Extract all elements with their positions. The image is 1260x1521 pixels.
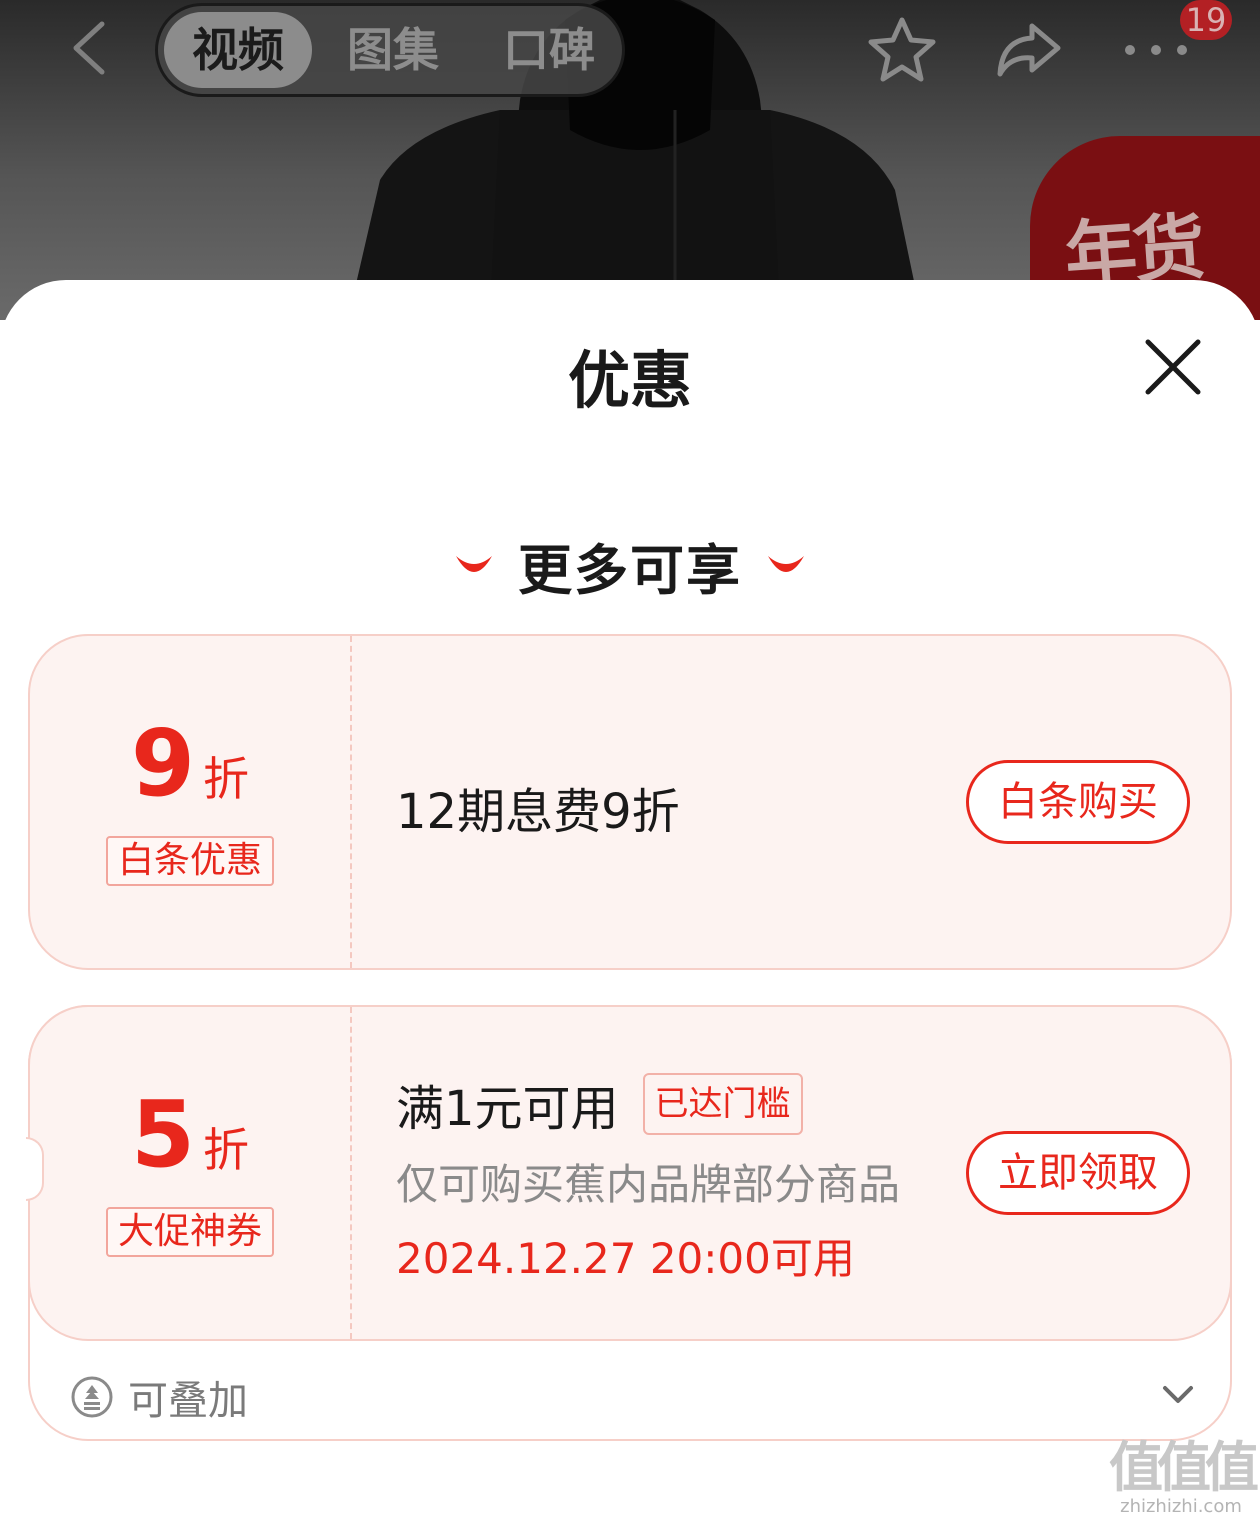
- promotion-sheet: 优惠 更多可享 9 折 白条优惠 12期息费9折 白条购买 5 折 大促神券 满…: [0, 280, 1260, 1521]
- chevron-down-icon[interactable]: [1162, 1383, 1194, 1407]
- coupon-discount: 5 折 大促神券: [30, 1007, 350, 1339]
- sheet-title: 优惠: [567, 344, 692, 417]
- coupon-type-tag: 大促神券: [105, 1207, 274, 1257]
- watermark: 值值值 zhizhizhi.com: [1108, 1436, 1259, 1518]
- tab-video[interactable]: 视频: [164, 12, 312, 88]
- back-button[interactable]: [58, 16, 118, 80]
- watermark-logo: 值值值: [1109, 1436, 1259, 1499]
- tab-reviews[interactable]: 口碑: [494, 6, 604, 94]
- back-icon: [73, 21, 105, 75]
- dashed-divider: [350, 1007, 352, 1339]
- discount-value: 9: [130, 710, 195, 817]
- section-title: 更多可享: [518, 538, 742, 602]
- smile-decoration-icon: [768, 556, 804, 572]
- section-header: 更多可享: [0, 530, 1260, 602]
- discount-unit: 折: [203, 1123, 249, 1177]
- stackable-icon: [71, 1376, 113, 1418]
- stackable-label: 可叠加: [128, 1378, 248, 1424]
- close-button[interactable]: [1138, 332, 1208, 402]
- watermark-url: zhizhizhi.com: [1120, 1496, 1242, 1517]
- coupon-available-time: 2024.12.27 20:00可用: [396, 1234, 855, 1283]
- tab-gallery[interactable]: 图集: [338, 6, 448, 94]
- threshold-reached-tag: 已达门槛: [642, 1073, 803, 1135]
- more-icon: [1125, 45, 1187, 55]
- favorite-button[interactable]: [864, 12, 940, 88]
- coupon-card: 5 折 大促神券 满1元可用 已达门槛 仅可购买蕉内品牌部分商品 2024.12…: [26, 1005, 1232, 1441]
- close-icon: [1145, 339, 1201, 395]
- message-count-badge: 19: [1180, 0, 1232, 40]
- baitiao-buy-button[interactable]: 白条购买: [966, 760, 1190, 844]
- dashed-divider: [350, 636, 352, 968]
- coupon-condition-row: 满1元可用 已达门槛: [396, 1069, 803, 1139]
- discount-value: 5: [130, 1081, 195, 1188]
- smile-decoration-icon: [456, 556, 492, 572]
- coupon-condition: 满1元可用: [396, 1081, 619, 1137]
- discount-unit: 折: [203, 752, 249, 806]
- coupon-description: 12期息费9折: [396, 784, 680, 840]
- coupon-card: 9 折 白条优惠 12期息费9折 白条购买: [28, 634, 1232, 970]
- claim-coupon-button[interactable]: 立即领取: [966, 1131, 1190, 1215]
- star-icon: [868, 17, 936, 82]
- share-icon: [997, 23, 1061, 77]
- coupon-scope: 仅可购买蕉内品牌部分商品: [396, 1160, 901, 1209]
- share-button[interactable]: [990, 12, 1066, 88]
- media-tabs: 视频 图集 口碑: [155, 3, 625, 97]
- coupon-discount: 9 折 白条优惠: [30, 636, 350, 968]
- coupon-type-tag: 白条优惠: [105, 836, 274, 886]
- stackable-row[interactable]: 可叠加: [70, 1367, 1194, 1427]
